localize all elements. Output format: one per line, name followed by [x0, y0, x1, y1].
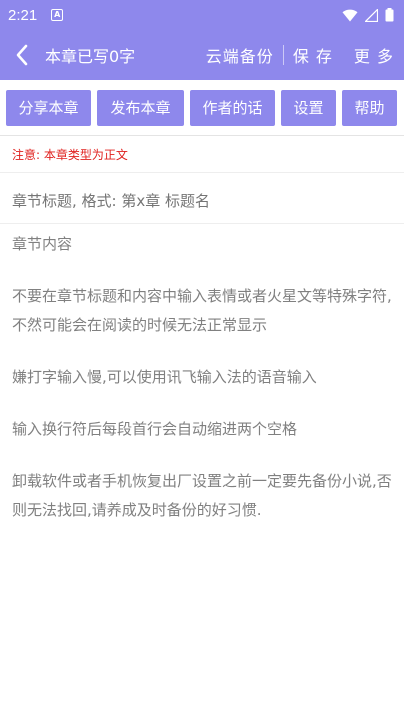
publish-chapter-button[interactable]: 发布本章 — [97, 89, 184, 126]
content-placeholder-line: 嫌打字输入慢,可以使用讯飞输入法的语音输入 — [12, 368, 317, 386]
app-bar: 本章已写0字 云端备份 保 存 更 多 — [0, 30, 404, 80]
author-note-button[interactable]: 作者的话 — [190, 89, 275, 126]
page-title: 本章已写0字 — [45, 47, 136, 66]
share-chapter-button[interactable]: 分享本章 — [6, 89, 91, 126]
divider — [0, 172, 404, 173]
status-icons — [342, 8, 394, 22]
chapter-content-editor[interactable]: 章节内容 不要在章节标题和内容中输入表情或者火星文等特殊字符,不然可能会在阅读的… — [12, 230, 396, 548]
wifi-icon — [342, 9, 358, 21]
divider — [0, 223, 404, 224]
settings-button[interactable]: 设置 — [281, 89, 336, 126]
app-notification-icon: A — [51, 9, 64, 21]
chapter-toolbar: 分享本章 发布本章 作者的话 设置 帮助 — [0, 80, 404, 136]
battery-icon — [385, 8, 394, 22]
chapter-type-notice: 注意: 本章类型为正文 — [12, 148, 128, 162]
back-button[interactable] — [0, 30, 44, 80]
cloud-backup-button[interactable]: 云端备份 — [197, 43, 283, 67]
content-placeholder-line: 章节内容 — [12, 235, 73, 253]
save-button[interactable]: 保 存 — [284, 43, 345, 67]
app-bar-actions: 云端备份 保 存 更 多 — [197, 30, 404, 80]
content-placeholder-line: 输入换行符后每段首行会自动缩进两个空格 — [12, 420, 298, 438]
more-button[interactable]: 更 多 — [345, 43, 404, 67]
status-time: 2:21 — [8, 6, 38, 24]
cellular-signal-icon — [365, 8, 378, 22]
content-placeholder-line: 不要在章节标题和内容中输入表情或者火星文等特殊字符,不然可能会在阅读的时候无法正… — [12, 287, 392, 334]
content-placeholder-line: 卸载软件或者手机恢复出厂设置之前一定要先备份小说,否则无法找回,请养成及时备份的… — [12, 472, 392, 519]
chapter-title-input[interactable] — [12, 186, 392, 216]
help-button[interactable]: 帮助 — [342, 89, 397, 126]
status-bar: 2:21 A — [0, 0, 404, 30]
chevron-left-icon — [16, 44, 28, 66]
